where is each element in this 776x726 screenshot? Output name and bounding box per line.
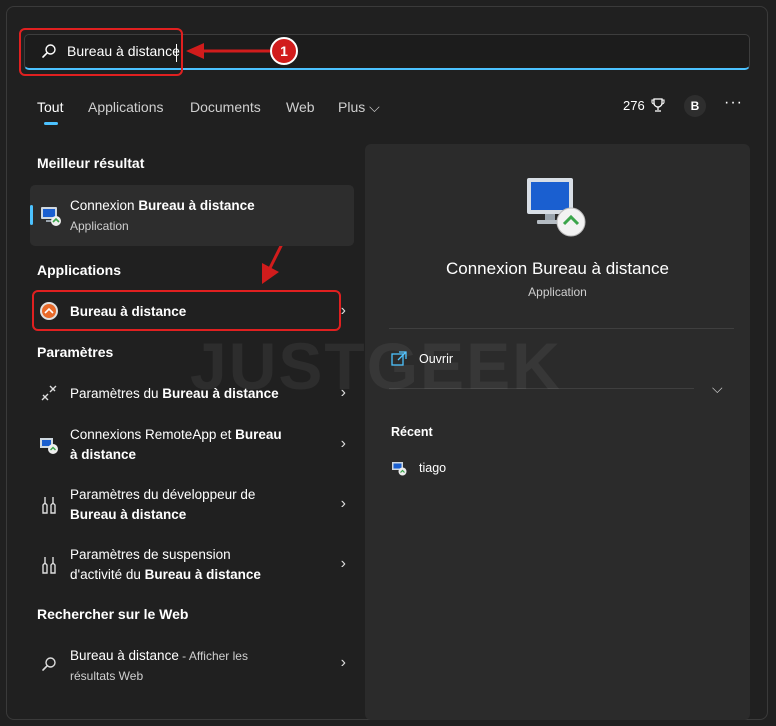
settings-item-remoteapp[interactable]: Connexions RemoteApp et Bureau à distanc… [30, 425, 346, 467]
tab-web[interactable]: Web [286, 99, 315, 115]
expand-chevron-icon[interactable]: ⌵ [712, 380, 723, 397]
detail-subtitle: Application [528, 285, 587, 299]
best-result-subtitle: Application [70, 219, 129, 233]
web-search-text: Bureau à distance - Afficher les résulta… [70, 648, 248, 683]
tab-all[interactable]: Tout [37, 99, 63, 115]
avatar[interactable]: B [684, 95, 706, 117]
developer-settings-icon [42, 497, 56, 514]
chevron-right-icon: › [340, 495, 346, 512]
detail-panel: Connexion Bureau à distance Application … [365, 144, 750, 720]
tab-documents[interactable]: Documents [190, 99, 261, 115]
chevron-right-icon: › [340, 555, 346, 572]
best-result-text: Connexion Bureau à distance Application [70, 198, 255, 233]
section-settings: Paramètres [37, 344, 114, 360]
recent-item-label: tiago [419, 461, 447, 475]
trophy-icon [651, 98, 665, 112]
selection-indicator [30, 205, 33, 225]
chevron-right-icon: › [340, 435, 346, 452]
rewards-count: 276 [623, 98, 645, 113]
remote-arrows-icon [41, 385, 57, 401]
annotation-box-search [19, 28, 183, 76]
web-search-item[interactable]: Bureau à distance - Afficher les résulta… [30, 646, 346, 686]
tab-more[interactable]: Plus ⌵ [338, 99, 380, 116]
tab-active-indicator [44, 122, 58, 125]
rdp-file-icon [392, 462, 407, 476]
section-web-search: Rechercher sur le Web [37, 606, 189, 622]
settings-item-suspension[interactable]: Paramètres de suspension d'activité du B… [30, 545, 346, 587]
search-icon [42, 657, 56, 671]
annotation-box-app [32, 290, 341, 331]
detail-title: Connexion Bureau à distance [445, 259, 670, 278]
rewards-points[interactable]: 276 [623, 97, 666, 113]
tab-applications[interactable]: Applications [88, 99, 164, 115]
chevron-right-icon: › [340, 654, 346, 671]
remoteapp-connections-icon [40, 438, 58, 454]
chevron-right-icon: › [340, 302, 346, 319]
section-applications: Applications [37, 262, 122, 278]
annotation-badge: 1 [270, 37, 298, 65]
suspension-settings-icon [42, 557, 56, 574]
settings-item-text: Connexions RemoteApp et Bureau à distanc… [70, 427, 282, 462]
recent-label: Récent [391, 425, 433, 439]
settings-item-developer[interactable]: Paramètres du développeur de Bureau à di… [30, 485, 346, 527]
more-options-button[interactable]: ··· [724, 94, 743, 112]
settings-item-text: Paramètres du développeur de Bureau à di… [70, 487, 256, 522]
remote-desktop-large-icon [527, 178, 586, 237]
best-result-item[interactable]: Connexion Bureau à distance Application [30, 185, 354, 246]
watermark: JUSTGEEK [190, 329, 562, 403]
remote-desktop-icon [41, 207, 61, 226]
settings-item-text: Paramètres de suspension d'activité du B… [70, 547, 261, 582]
section-best-result: Meilleur résultat [37, 155, 145, 171]
recent-item[interactable]: tiago [391, 459, 591, 479]
